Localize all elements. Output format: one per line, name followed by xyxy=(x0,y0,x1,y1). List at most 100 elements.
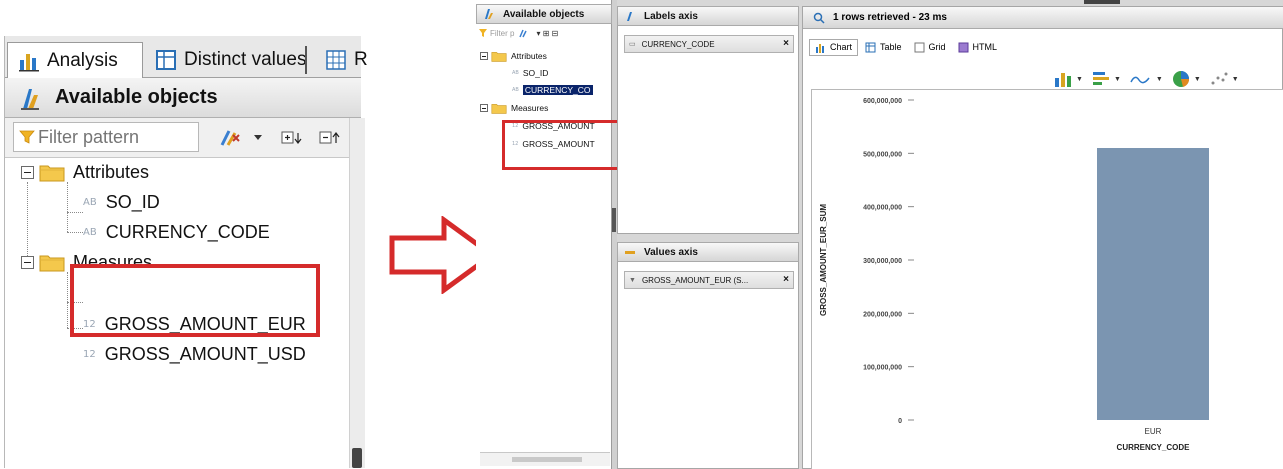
chart-type-button[interactable]: ▼ xyxy=(1053,70,1083,88)
attribute-type-icon: AB xyxy=(83,226,97,238)
tree-item-so-id[interactable]: AB SO_ID xyxy=(83,188,160,216)
tab-html[interactable]: HTML xyxy=(953,40,1003,55)
attribute-toggle-button[interactable] xyxy=(219,126,263,150)
objects-tree: Attributes AB SO_ID AB CURRENCY_CO Measu… xyxy=(476,44,612,444)
collapse-toggle[interactable] xyxy=(21,255,34,269)
filter-field[interactable] xyxy=(13,122,199,152)
labels-axis-chip[interactable]: ▭ CURRENCY_CODE × xyxy=(624,35,794,53)
tree-folder-label: Measures xyxy=(511,103,549,113)
folder-icon xyxy=(491,52,507,62)
measures-highlight-box xyxy=(502,120,636,170)
labels-axis-icon xyxy=(627,12,632,21)
bar-chart-icon xyxy=(1055,73,1071,87)
zoomed-analysis-panel: Analysis Distinct values R Available obj… xyxy=(4,36,368,468)
tree-folder-measures[interactable]: Measures xyxy=(480,100,548,116)
tab-chart-label: Chart xyxy=(830,42,853,52)
funnel-icon xyxy=(19,130,35,144)
attribute-type-icon: AB xyxy=(512,87,519,93)
scrollbar-thumb[interactable] xyxy=(512,457,582,462)
tree-folder-attributes[interactable]: Attributes xyxy=(21,158,149,186)
tree-folder-attributes[interactable]: Attributes xyxy=(480,48,547,64)
available-objects-title: Available objects xyxy=(503,8,585,20)
values-axis-panel: Values axis ▼ GROSS_AMOUNT_EUR (S... × xyxy=(617,242,799,469)
chevron-down-icon: ▼ xyxy=(1231,75,1239,83)
folder-icon xyxy=(39,165,65,182)
measures-highlight-box xyxy=(70,264,320,337)
tab-r-label: R xyxy=(354,49,368,70)
x-tick-label: EUR xyxy=(1145,427,1162,436)
available-objects-toolbar xyxy=(5,118,361,158)
funnel-icon xyxy=(479,29,487,37)
chart-plot-area: 0 100,000,000 200,000,000 300,000,000 400,00… xyxy=(811,89,1283,469)
collapse-all-button[interactable] xyxy=(319,126,343,150)
tree-item-label: CURRENCY_CODE xyxy=(105,221,270,242)
tab-analysis[interactable]: Analysis xyxy=(7,42,143,78)
grid-icon xyxy=(326,50,346,70)
values-axis-chip-label: GROSS_AMOUNT_EUR (S... xyxy=(641,275,749,285)
tab-table[interactable]: Table xyxy=(860,40,907,55)
collapse-toggle[interactable] xyxy=(480,104,488,112)
tree-item-label: SO_ID xyxy=(522,68,549,78)
vertical-scrollbar[interactable] xyxy=(349,118,365,468)
tree-item-so-id[interactable]: AB SO_ID xyxy=(512,65,548,81)
collapse-toggle[interactable] xyxy=(21,165,34,179)
measure-type-icon: 12 xyxy=(83,348,96,360)
collapse-toggle[interactable] xyxy=(480,52,488,60)
filter-placeholder: Filter p xyxy=(490,28,515,38)
pie-chart-button[interactable]: ▼ xyxy=(1171,70,1201,88)
toolbar-icons-text[interactable]: ▾ ⊞ ⊟ xyxy=(536,29,558,38)
objects-icon xyxy=(485,9,493,19)
horizontal-bar-button[interactable]: ▼ xyxy=(1091,70,1121,88)
labels-axis-chip-label: CURRENCY_CODE xyxy=(641,39,715,49)
tab-chart[interactable]: Chart xyxy=(809,38,859,56)
grid-icon xyxy=(914,42,925,52)
tab-distinct-values-label: Distinct values xyxy=(184,49,307,70)
remove-chip-button[interactable]: × xyxy=(783,274,789,285)
scatter-chart-button[interactable]: ▼ xyxy=(1209,70,1239,88)
tree-item-label: SO_ID xyxy=(105,191,160,212)
drag-handle-icon: ▭ xyxy=(629,41,636,48)
scrollbar-thumb[interactable] xyxy=(352,448,362,468)
tab-distinct-values[interactable]: Distinct values xyxy=(151,42,307,78)
remove-chip-button[interactable]: × xyxy=(783,38,789,49)
tree-item-currency-code[interactable]: AB CURRENCY_CODE xyxy=(83,218,270,246)
tree-folder-label: Attributes xyxy=(73,161,150,182)
results-header: 1 rows retrieved - 23 ms xyxy=(803,7,1283,29)
tree-item-label: GROSS_AMOUNT_USD xyxy=(104,343,306,364)
y-tick-label: 0 xyxy=(898,418,902,425)
tab-grid[interactable]: Grid xyxy=(909,40,951,55)
values-axis-chip[interactable]: ▼ GROSS_AMOUNT_EUR (S... × xyxy=(624,271,794,289)
tab-html-label: HTML xyxy=(972,42,998,52)
html-icon xyxy=(958,42,969,52)
analysis-editor-screenshot: Available objects Filter p ▾ ⊞ ⊟ Attribu… xyxy=(476,0,1283,469)
values-axis-title: Values axis xyxy=(644,246,698,258)
expand-all-button[interactable] xyxy=(281,126,305,150)
filter-input[interactable] xyxy=(38,126,198,148)
tree-item-gross-amount-usd[interactable]: 12 GROSS_AMOUNT_USD xyxy=(83,340,306,368)
horizontal-scrollbar[interactable] xyxy=(480,452,610,466)
tree-item-currency-code[interactable]: AB CURRENCY_CO xyxy=(512,82,593,98)
attribute-toggle-icon[interactable] xyxy=(518,28,530,38)
expand-all-icon xyxy=(281,131,302,144)
tab-analysis-label: Analysis xyxy=(47,49,118,71)
chevron-down-icon: ▼ xyxy=(1155,75,1163,83)
chevron-down-icon[interactable]: ▼ xyxy=(629,277,636,284)
objects-icon xyxy=(21,88,39,110)
available-objects-panel: Available objects Filter p ▾ ⊞ ⊟ Attribu… xyxy=(476,0,612,469)
attribute-type-icon: AB xyxy=(512,70,519,76)
tab-grid-label: Grid xyxy=(928,42,946,52)
scatter-chart-icon xyxy=(1211,72,1228,85)
line-chart-button[interactable]: ▼ xyxy=(1129,70,1163,88)
tab-r[interactable]: R xyxy=(323,42,368,78)
x-axis-title: CURRENCY_CODE xyxy=(1117,443,1191,452)
filter-field[interactable]: Filter p ▾ ⊞ ⊟ xyxy=(478,25,608,41)
table-icon xyxy=(156,50,176,70)
magnifier-icon xyxy=(813,12,825,24)
chevron-down-icon: ▼ xyxy=(1113,75,1121,83)
y-tick-label: 200,000,000 xyxy=(863,311,902,318)
splitter-grip[interactable] xyxy=(612,208,616,232)
chevron-down-icon: ▼ xyxy=(1076,75,1083,83)
table-icon xyxy=(865,42,876,52)
view-tabs: Chart Table Grid HTML xyxy=(803,35,1283,59)
available-objects-header: Available objects xyxy=(5,78,361,118)
